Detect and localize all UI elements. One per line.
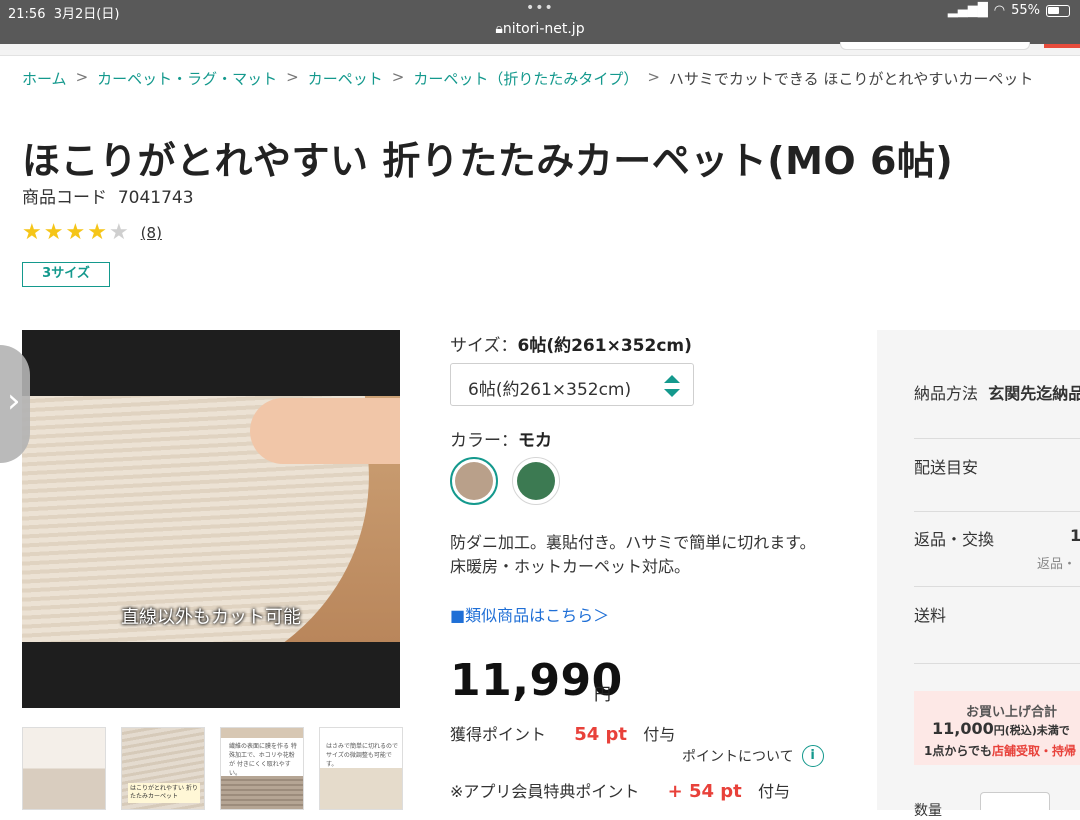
breadcrumb: ホーム > カーペット・ラグ・マット > カーペット > カーペット（折りたたみ… [22, 68, 1033, 89]
star-icon: ★ [22, 220, 42, 245]
product-code-value: 7041743 [117, 188, 194, 208]
select-arrows-icon [664, 375, 680, 397]
app-points-suffix: 付与 [757, 782, 790, 801]
points-suffix: 付与 [643, 725, 676, 744]
delivery-method: 納品方法 玄関先迄納品 [914, 380, 1080, 404]
breadcrumb-carpet-rug-mat[interactable]: カーペット・ラグ・マット [97, 68, 277, 89]
thumbnail-rug [221, 776, 303, 809]
size-label: サイズ：6帖(約261×352cm) [450, 336, 692, 356]
product-main-image[interactable]: 直線以外もカット可能 [22, 330, 400, 708]
size-value: 6帖(約261×352cm) [517, 336, 692, 356]
search-field[interactable] [840, 42, 1030, 50]
info-icon[interactable]: i [801, 745, 824, 767]
status-right: ▂▄▆█ ◠ 55% [948, 3, 1070, 18]
color-swatch-mocha[interactable] [450, 457, 498, 505]
returns-label: 返品・交換 [914, 530, 995, 549]
breadcrumb-folding-carpet[interactable]: カーペット（折りたたみタイプ） [413, 68, 638, 89]
star-icon: ★ [65, 220, 86, 245]
battery-icon [1046, 4, 1070, 17]
size-variants-badge[interactable]: 3サイズ [22, 262, 110, 287]
hand-image [250, 398, 400, 464]
thumbnail-text: はさみで簡単に切れるので サイズの微調整も可能です。 [326, 743, 399, 768]
breadcrumb-separator: > [286, 68, 299, 86]
app-points-label: ※アプリ会員特典ポイント [450, 782, 640, 801]
breadcrumb-separator: > [391, 68, 405, 86]
chevron-right-icon: › [7, 381, 21, 421]
thumbnail-strip: はこりがとれやすい 折りたたみカーペット 繊維の表面に膜を作る 特殊加工で、ホコ… [22, 727, 403, 810]
thumbnail-4[interactable]: はさみで簡単に切れるので サイズの微調整も可能です。 [319, 727, 403, 810]
swatch-fill [455, 462, 493, 500]
status-time: 21:56 3月2日(日) [8, 7, 120, 22]
battery-text: 55% [1011, 3, 1040, 18]
thumbnail-rug [320, 768, 402, 809]
header-accent [1044, 44, 1080, 48]
size-select[interactable]: 6帖(約261×352cm) [450, 363, 694, 406]
color-label: カラー：モカ [450, 431, 552, 451]
url-text: nitori-net.jp [502, 21, 585, 37]
thumbnail-band [221, 728, 303, 738]
size-select-value: 6帖(約261×352cm) [468, 380, 632, 400]
points-about-link[interactable]: ポイントについて i [682, 745, 824, 767]
delivery-eta-label: 配送目安 [914, 458, 979, 477]
promo-line3: 1点からでも店舗受取・持帰 [924, 744, 1077, 758]
thumbnail-3[interactable]: 繊維の表面に膜を作る 特殊加工で、ホコリや花粉が 付きにくく取れやすい。 [220, 727, 304, 810]
divider [914, 663, 1080, 664]
thumbnail-text: 繊維の表面に膜を作る 特殊加工で、ホコリや花粉が 付きにくく取れやすい。 [229, 743, 297, 777]
points-row: 獲得ポイント 54 pt 付与 [450, 721, 675, 745]
product-description: 防ダニ加工。裏貼付き。ハサミで簡単に切れます。床暖房・ホットカーペット対応。 [450, 533, 816, 576]
app-points-value: + 54 pt [667, 781, 742, 802]
similar-products-link[interactable]: ■類似商品はこちら＞ [450, 602, 609, 626]
returns-value: 1 [1070, 526, 1080, 545]
review-count-link[interactable]: (8) [141, 224, 162, 242]
status-bar: 21:56 3月2日(日) ••• 🔒︎nitori-net.jp ▂▄▆█ ◠… [0, 0, 1080, 44]
product-code: 商品コード 7041743 [22, 183, 194, 208]
price-unit: 円 [594, 685, 611, 705]
star-icon: ★ [87, 220, 107, 245]
product-title: ほこりがとれやすい 折りたたみカーペット(MO 6帖) [22, 139, 954, 183]
delivery-method-label: 納品方法 [914, 384, 979, 403]
returns-note: 返品・ [1037, 557, 1077, 572]
thumbnail-2[interactable]: はこりがとれやすい 折りたたみカーペット [121, 727, 205, 810]
thumbnail-1[interactable] [22, 727, 106, 810]
delivery-method-value: 玄関先迄納品 [988, 384, 1080, 403]
quantity-select[interactable] [980, 792, 1050, 810]
more-dots-icon[interactable]: ••• [526, 0, 554, 16]
breadcrumb-home[interactable]: ホーム [22, 68, 67, 89]
divider [914, 438, 1080, 439]
lock-icon: 🔒︎ [495, 21, 503, 37]
breadcrumb-carpet[interactable]: カーペット [308, 68, 383, 89]
points-about-text: ポイントについて [682, 749, 794, 765]
thumbnail-label: はこりがとれやすい 折りたたみカーペット [128, 783, 200, 803]
side-panel-toggle[interactable]: › [0, 345, 30, 463]
color-swatch-green[interactable] [512, 457, 560, 505]
breadcrumb-separator: > [647, 68, 660, 86]
quantity-label: 数量 [914, 803, 942, 819]
color-value: モカ [518, 431, 552, 451]
swatch-fill [517, 462, 555, 500]
star-empty-icon: ★ [108, 220, 129, 245]
app-points-row: ※アプリ会員特典ポイント + 54 pt 付与 [450, 778, 790, 802]
signal-icon: ▂▄▆█ [947, 3, 988, 18]
purchase-sidebar: 納品方法 玄関先迄納品 配送目安 返品・交換 1 返品・ 送料 お買い上げ合計 … [877, 330, 1080, 810]
rating: ★ ★ ★ ★ ★ (8) [22, 222, 162, 244]
store-pickup-promo[interactable]: お買い上げ合計 11,000円(税込)未満で 1点からでも店舗受取・持帰 [914, 691, 1080, 765]
divider [914, 511, 1080, 512]
site-header-strip [0, 42, 1080, 56]
points-value: 54 pt [574, 724, 628, 745]
image-caption: 直線以外もカット可能 [121, 607, 301, 628]
shipping-label: 送料 [914, 606, 947, 625]
address-bar[interactable]: 🔒︎nitori-net.jp [0, 21, 1080, 37]
promo-line2: 11,000円(税込)未満で [932, 719, 1070, 738]
promo-line1: お買い上げ合計 [966, 705, 1058, 720]
wifi-icon: ◠ [993, 3, 1006, 18]
product-code-label: 商品コード [22, 188, 107, 208]
breadcrumb-separator: > [75, 68, 89, 86]
breadcrumb-current: ハサミでカットできる ほこりがとれやすいカーペット [668, 70, 1034, 88]
divider [914, 586, 1080, 587]
star-icon: ★ [43, 220, 64, 245]
points-label: 獲得ポイント [450, 725, 547, 744]
